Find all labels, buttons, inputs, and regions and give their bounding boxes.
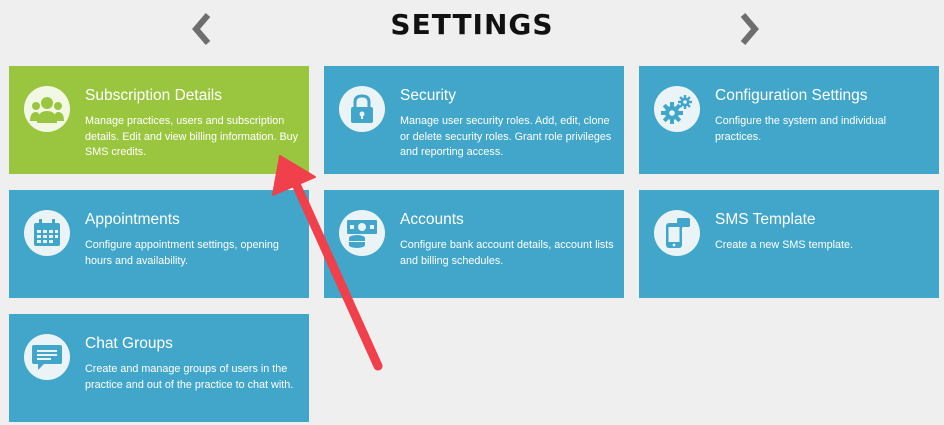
users-icon: [24, 86, 70, 132]
tile-security[interactable]: Security Manage user security roles. Add…: [324, 66, 624, 174]
gears-icon: [654, 86, 700, 132]
tile-chat-groups[interactable]: Chat Groups Create and manage groups of …: [9, 314, 309, 422]
tile-appointments[interactable]: Appointments Configure appointment setti…: [9, 190, 309, 298]
tile-title: Appointments: [85, 211, 180, 228]
tile-title: Chat Groups: [85, 335, 173, 352]
tile-description: Create and manage groups of users in the…: [85, 363, 294, 391]
chat-icon: [24, 334, 70, 380]
calendar-icon: [24, 210, 70, 256]
tile-title: Accounts: [400, 211, 464, 228]
tile-description: Configure the system and individual prac…: [715, 115, 887, 143]
tile-title: Security: [400, 87, 456, 104]
chevron-right-icon: [740, 13, 759, 45]
tile-subscription-details[interactable]: Subscription Details Manage practices, u…: [9, 66, 309, 174]
tile-title: Configuration Settings: [715, 87, 868, 104]
tile-title: SMS Template: [715, 211, 816, 228]
tile-title: Subscription Details: [85, 87, 222, 104]
tile-description: Configure appointment settings, opening …: [85, 239, 279, 267]
tile-sms-template[interactable]: SMS Template Create a new SMS template.: [639, 190, 939, 298]
settings-header: SETTINGS: [0, 0, 944, 56]
mobile-icon: [654, 210, 700, 256]
tile-configuration-settings[interactable]: Configuration Settings Configure the sys…: [639, 66, 939, 174]
tile-accounts[interactable]: Accounts Configure bank account details,…: [324, 190, 624, 298]
tile-description: Create a new SMS template.: [715, 239, 854, 251]
page-title: SETTINGS: [390, 8, 554, 41]
tile-description: Manage practices, users and subscription…: [85, 115, 299, 158]
tile-description: Configure bank account details, account …: [400, 239, 614, 267]
next-button[interactable]: [733, 12, 763, 46]
tile-description: Manage user security roles. Add, edit, c…: [400, 115, 612, 158]
money-icon: [339, 210, 385, 256]
lock-icon: [339, 86, 385, 132]
